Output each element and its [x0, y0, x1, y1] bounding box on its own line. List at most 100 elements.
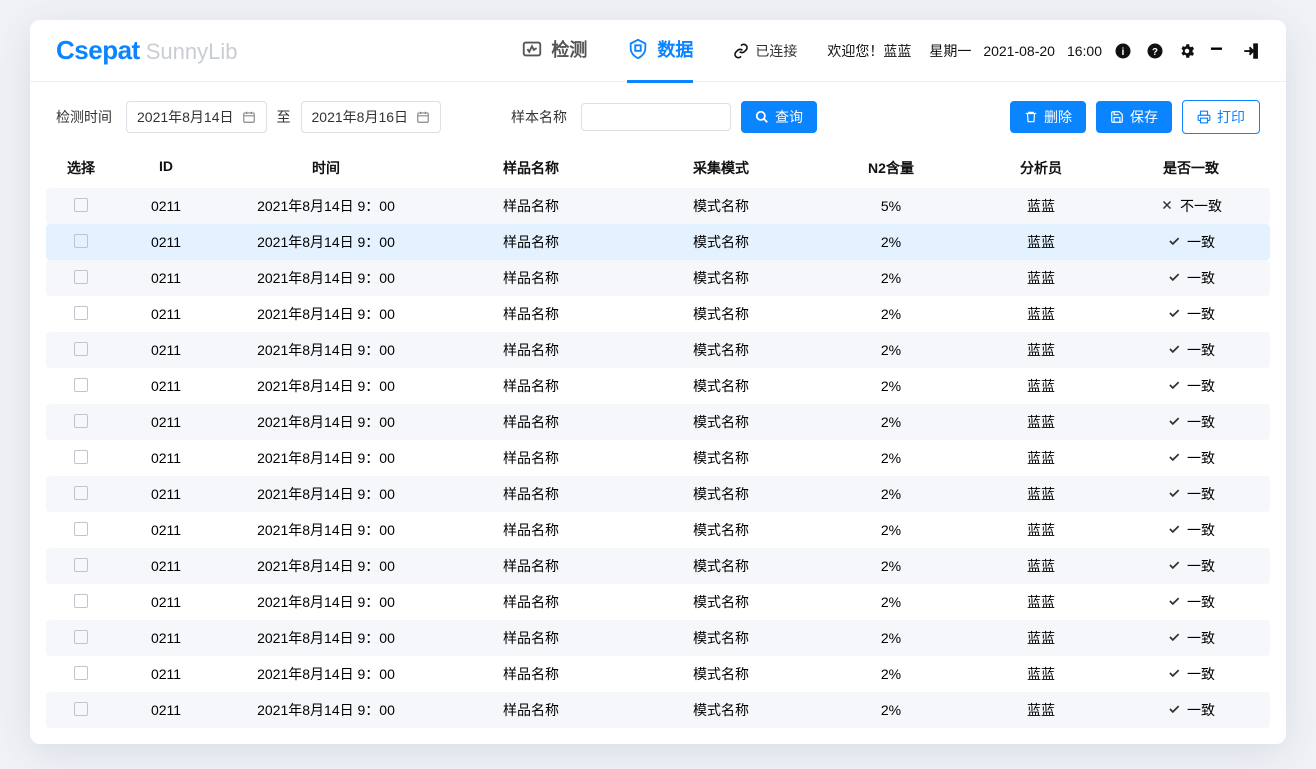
brand-secondary: SunnyLib	[146, 39, 238, 65]
sample-name-input[interactable]	[581, 103, 731, 131]
logout-icon[interactable]	[1242, 42, 1260, 60]
cell-match: 一致	[1116, 628, 1266, 648]
cell-id: 0211	[116, 594, 216, 610]
cell-id: 0211	[116, 486, 216, 502]
delete-button[interactable]: 删除	[1010, 101, 1086, 133]
cell-time: 2021年8月14日 9：00	[216, 268, 436, 288]
table-row[interactable]: 02112021年8月14日 9：00样品名称模式名称2%蓝蓝一致	[46, 332, 1270, 368]
row-checkbox[interactable]	[74, 378, 88, 392]
cell-mode: 模式名称	[626, 484, 816, 504]
cell-id: 0211	[116, 414, 216, 430]
row-checkbox[interactable]	[74, 414, 88, 428]
col-mode: 采集模式	[626, 158, 816, 178]
table-row[interactable]: 02112021年8月14日 9：00样品名称模式名称2%蓝蓝一致	[46, 656, 1270, 692]
cell-time: 2021年8月14日 9：00	[216, 592, 436, 612]
cell-name: 样品名称	[436, 304, 626, 324]
table-row[interactable]: 02112021年8月14日 9：00样品名称模式名称2%蓝蓝一致	[46, 692, 1270, 728]
table-row[interactable]: 02112021年8月14日 9：00样品名称模式名称5%蓝蓝不一致	[46, 188, 1270, 224]
save-button[interactable]: 保存	[1096, 101, 1172, 133]
search-button[interactable]: 查询	[741, 101, 817, 133]
cell-name: 样品名称	[436, 376, 626, 396]
print-button[interactable]: 打印	[1182, 100, 1260, 134]
brand-primary: Csepat	[56, 35, 140, 66]
check-icon	[1167, 270, 1181, 287]
brand: Csepat SunnyLib	[56, 35, 237, 66]
row-checkbox[interactable]	[74, 522, 88, 536]
time-text: 16:00	[1067, 43, 1102, 59]
cell-id: 0211	[116, 306, 216, 322]
cell-mode: 模式名称	[626, 196, 816, 216]
tab-data[interactable]: 数据	[627, 20, 693, 83]
match-label: 一致	[1187, 700, 1215, 720]
match-label: 不一致	[1180, 196, 1222, 216]
date-text: 2021-08-20	[983, 43, 1055, 59]
cell-time: 2021年8月14日 9：00	[216, 412, 436, 432]
date-from-value: 2021年8月14日	[137, 107, 234, 127]
settings-icon[interactable]	[1178, 42, 1196, 60]
table-row[interactable]: 02112021年8月14日 9：00样品名称模式名称2%蓝蓝一致	[46, 224, 1270, 260]
weekday-text: 星期一	[929, 41, 971, 61]
save-button-label: 保存	[1130, 107, 1158, 127]
cell-analyst: 蓝蓝	[966, 412, 1116, 432]
row-checkbox[interactable]	[74, 342, 88, 356]
table-row[interactable]: 02112021年8月14日 9：00样品名称模式名称2%蓝蓝一致	[46, 368, 1270, 404]
row-checkbox[interactable]	[74, 198, 88, 212]
table-row[interactable]: 02112021年8月14日 9：00样品名称模式名称2%蓝蓝一致	[46, 620, 1270, 656]
row-checkbox[interactable]	[74, 270, 88, 284]
row-checkbox[interactable]	[74, 630, 88, 644]
cell-analyst: 蓝蓝	[966, 340, 1116, 360]
table-row[interactable]: 02112021年8月14日 9：00样品名称模式名称2%蓝蓝一致	[46, 548, 1270, 584]
help-icon[interactable]: ?	[1146, 42, 1164, 60]
date-from-input[interactable]: 2021年8月14日	[126, 101, 267, 133]
connection-label: 已连接	[755, 41, 797, 61]
cell-name: 样品名称	[436, 628, 626, 648]
table-row[interactable]: 02112021年8月14日 9：00样品名称模式名称2%蓝蓝一致	[46, 584, 1270, 620]
app-window: Csepat SunnyLib 检测 数据 已连接 欢迎您！蓝蓝 星期一 202…	[30, 20, 1286, 744]
check-icon	[1167, 666, 1181, 683]
cell-id: 0211	[116, 558, 216, 574]
check-icon	[1167, 306, 1181, 323]
cell-mode: 模式名称	[626, 664, 816, 684]
row-checkbox[interactable]	[74, 450, 88, 464]
cell-n2: 2%	[816, 702, 966, 718]
cell-time: 2021年8月14日 9：00	[216, 556, 436, 576]
table-row[interactable]: 02112021年8月14日 9：00样品名称模式名称2%蓝蓝一致	[46, 296, 1270, 332]
row-checkbox[interactable]	[74, 486, 88, 500]
cell-n2: 2%	[816, 270, 966, 286]
sample-filter-label: 样本名称	[511, 107, 567, 127]
minimize-icon[interactable]: −	[1210, 42, 1228, 60]
col-select: 选择	[46, 158, 116, 178]
row-checkbox[interactable]	[74, 306, 88, 320]
date-to-input[interactable]: 2021年8月16日	[301, 101, 442, 133]
connection-status[interactable]: 已连接	[733, 41, 797, 61]
col-analyst: 分析员	[966, 158, 1116, 178]
table-row[interactable]: 02112021年8月14日 9：00样品名称模式名称2%蓝蓝一致	[46, 512, 1270, 548]
table-row[interactable]: 02112021年8月14日 9：00样品名称模式名称2%蓝蓝一致	[46, 404, 1270, 440]
search-icon	[755, 110, 769, 124]
cell-analyst: 蓝蓝	[966, 196, 1116, 216]
cell-match: 一致	[1116, 664, 1266, 684]
cell-analyst: 蓝蓝	[966, 376, 1116, 396]
cell-id: 0211	[116, 522, 216, 538]
cell-analyst: 蓝蓝	[966, 304, 1116, 324]
cell-name: 样品名称	[436, 340, 626, 360]
row-checkbox[interactable]	[74, 594, 88, 608]
row-checkbox[interactable]	[74, 666, 88, 680]
cell-time: 2021年8月14日 9：00	[216, 376, 436, 396]
cell-id: 0211	[116, 630, 216, 646]
print-icon	[1197, 110, 1211, 124]
table-row[interactable]: 02112021年8月14日 9：00样品名称模式名称2%蓝蓝一致	[46, 440, 1270, 476]
cell-n2: 2%	[816, 486, 966, 502]
table-row[interactable]: 02112021年8月14日 9：00样品名称模式名称2%蓝蓝一致	[46, 260, 1270, 296]
tab-detect[interactable]: 检测	[521, 20, 587, 83]
info-icon[interactable]: i	[1114, 42, 1132, 60]
cell-analyst: 蓝蓝	[966, 556, 1116, 576]
table-row[interactable]: 02112021年8月14日 9：00样品名称模式名称2%蓝蓝一致	[46, 476, 1270, 512]
row-checkbox[interactable]	[74, 234, 88, 248]
row-checkbox[interactable]	[74, 558, 88, 572]
match-label: 一致	[1187, 376, 1215, 396]
check-icon	[1167, 702, 1181, 719]
cell-n2: 2%	[816, 558, 966, 574]
row-checkbox[interactable]	[74, 702, 88, 716]
cell-id: 0211	[116, 666, 216, 682]
